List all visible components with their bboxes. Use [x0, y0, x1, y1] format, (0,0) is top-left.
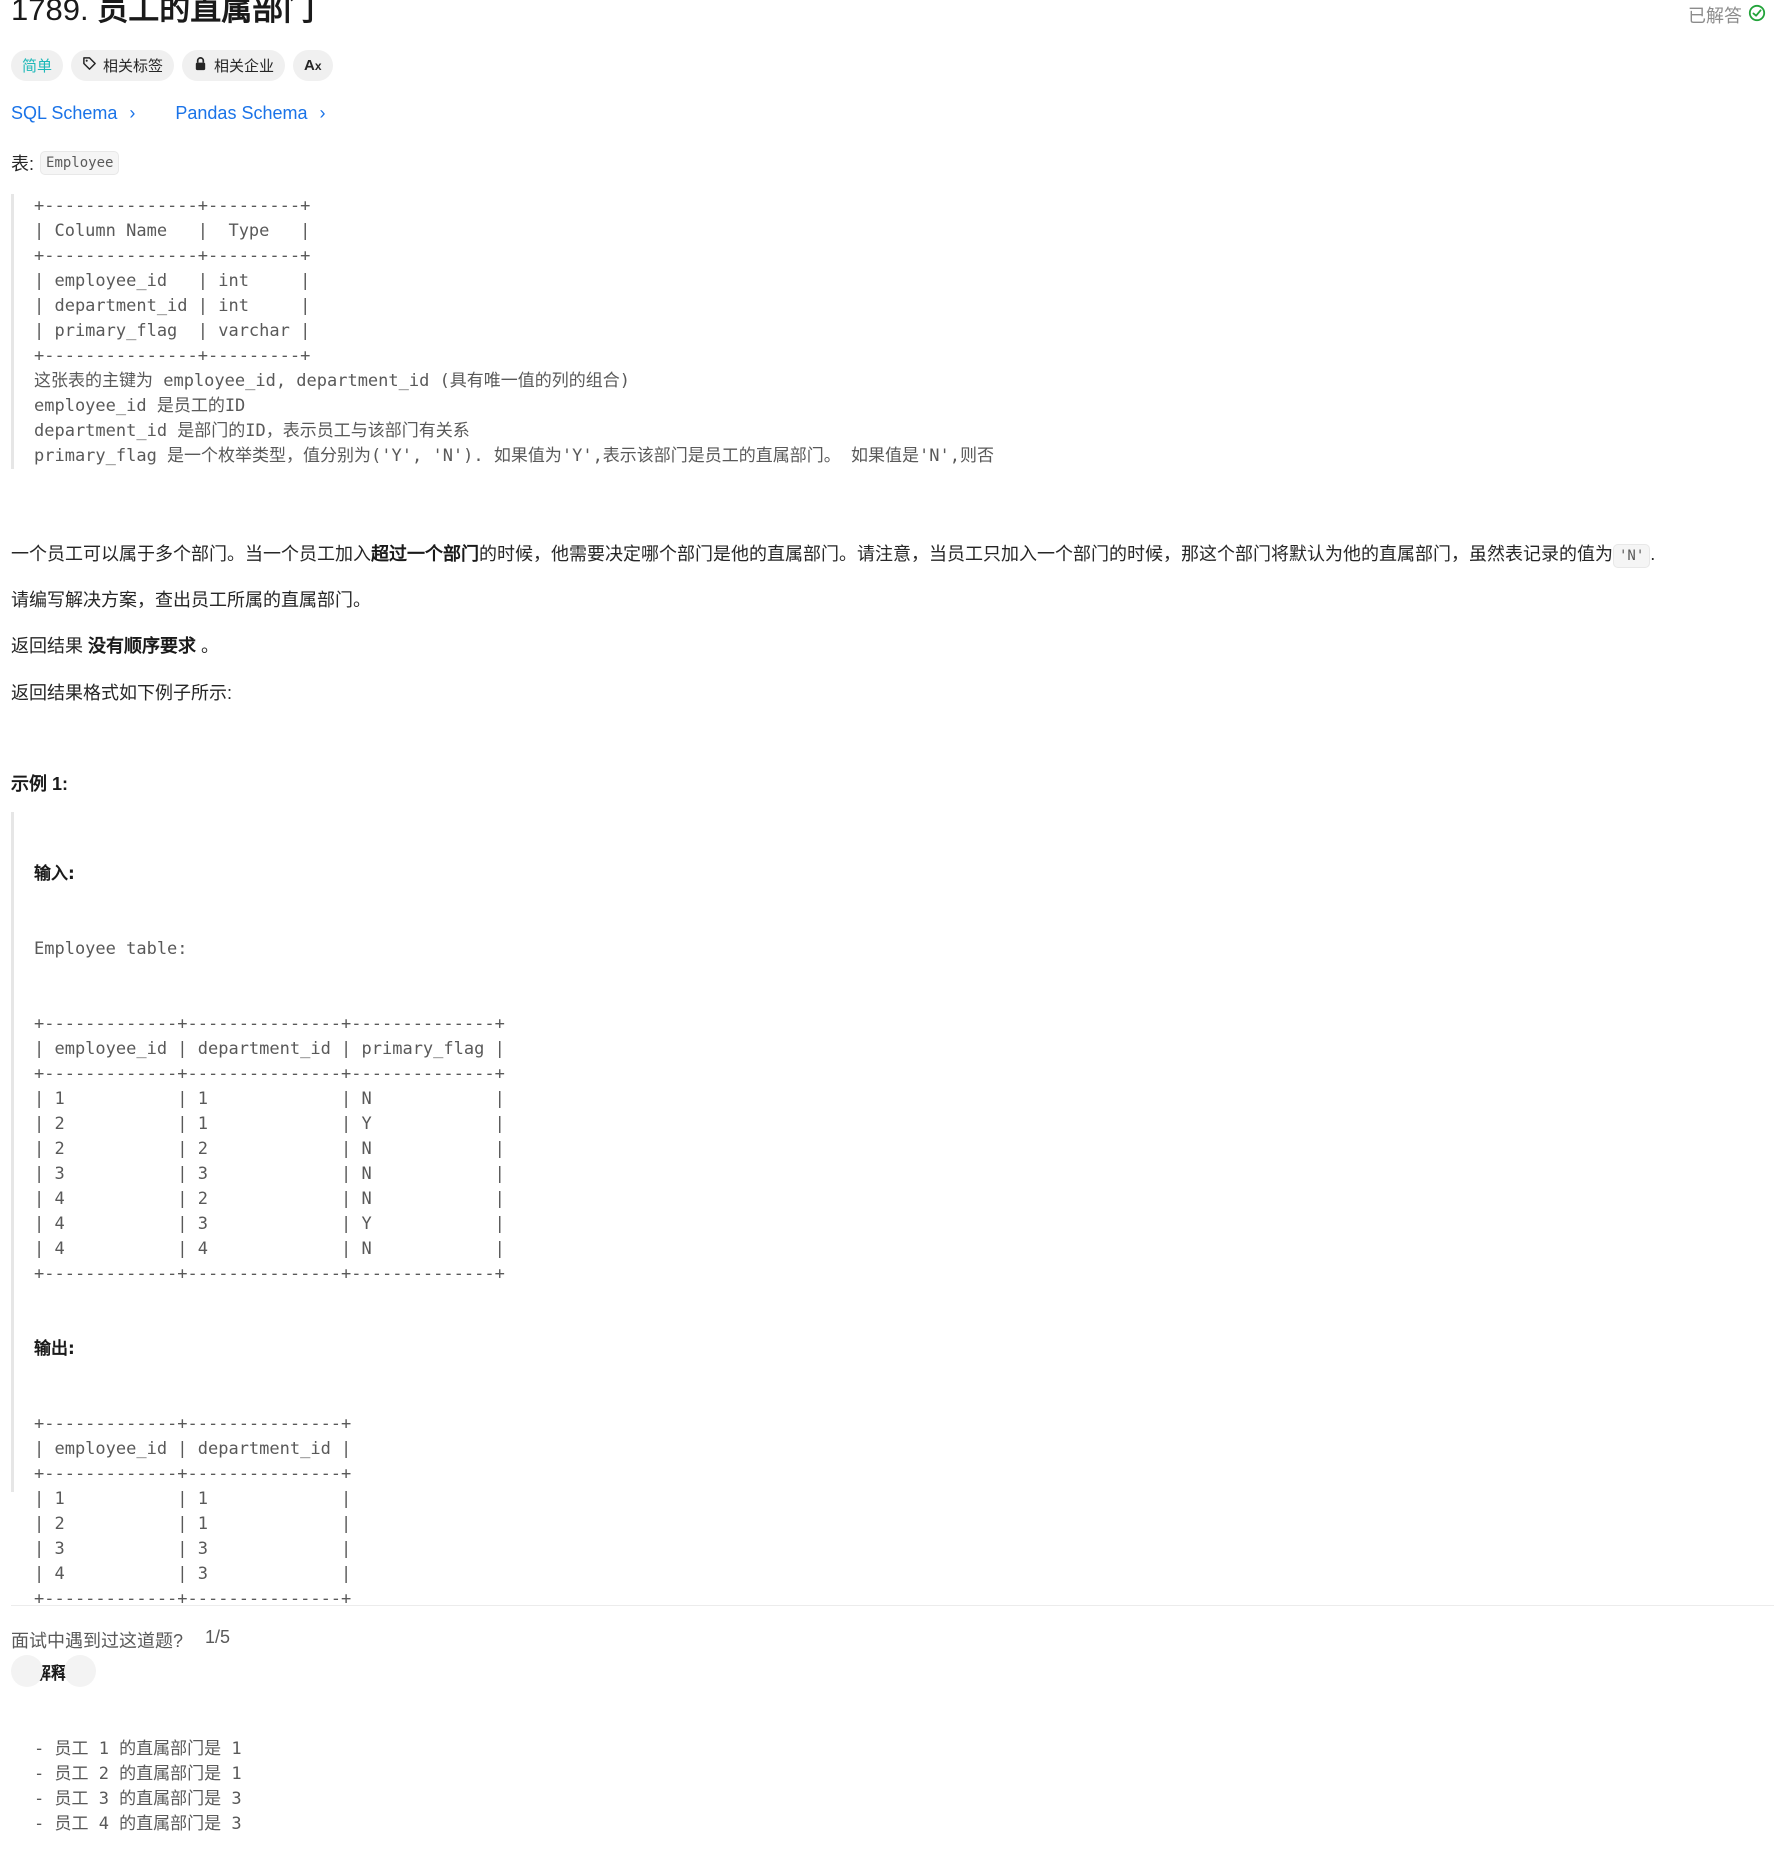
- explanation-list: - 员工 1 的直属部门是 1 - 员工 2 的直属部门是 1 - 员工 3 的直属…: [34, 1737, 734, 1837]
- input-table-line: | 2 | 1 | Y |: [34, 1114, 505, 1134]
- input-table-line: | 4 | 2 | N |: [34, 1189, 505, 1209]
- explanation-line: - 员工 1 的直属部门是 1: [34, 1739, 242, 1759]
- explanation-line: - 员工 4 的直属部门是 3: [34, 1814, 242, 1834]
- schema-line: | employee_id | int |: [34, 271, 311, 291]
- interview-footer: 面试中遇到过这道题? 1/5: [11, 1627, 230, 1653]
- table-label: 表: Employee: [11, 150, 120, 176]
- input-table-line: | 4 | 4 | N |: [34, 1239, 505, 1259]
- input-label: 输入:: [34, 864, 75, 884]
- explanation-line: - 员工 3 的直属部门是 3: [34, 1789, 242, 1809]
- chevron-right-icon: ›: [129, 103, 136, 123]
- sql-schema-label: SQL Schema: [11, 103, 118, 123]
- sql-schema-link[interactable]: SQL Schema ›: [11, 103, 135, 124]
- output-label: 输出:: [34, 1339, 75, 1359]
- input-table-line: +-------------+---------------+---------…: [34, 1064, 505, 1084]
- output-table-line: | 3 | 3 |: [34, 1539, 352, 1559]
- description-paragraph-1: 一个员工可以属于多个部门。当一个员工加入超过一个部门的时候，他需要决定哪个部门是…: [11, 540, 1656, 568]
- problem-number: 1789.: [11, 0, 89, 27]
- chevron-right-icon: ›: [319, 103, 326, 123]
- lock-icon: [193, 56, 208, 75]
- text: 一个员工可以属于多个部门。当一个员工加入: [11, 544, 371, 564]
- bold-text: 超过一个部门: [371, 544, 479, 564]
- example-title: 示例 1:: [11, 774, 69, 794]
- input-table-line: | 1 | 1 | N |: [34, 1089, 505, 1109]
- output-table-line: | 2 | 1 |: [34, 1514, 352, 1534]
- input-table-line: +-------------+---------------+---------…: [34, 1014, 505, 1034]
- table-label-prefix: 表:: [11, 154, 35, 174]
- input-table-line: | 4 | 3 | Y |: [34, 1214, 505, 1234]
- yes-button[interactable]: [11, 1655, 43, 1687]
- schema-line: +---------------+---------+: [34, 196, 311, 216]
- output-table-line: +-------------+---------------+: [34, 1464, 352, 1484]
- output-table-line: | 4 | 3 |: [34, 1564, 352, 1584]
- schema-line: | department_id | int |: [34, 296, 311, 316]
- bold-text: 没有顺序要求: [88, 636, 197, 656]
- schema-line: department_id 是部门的ID，表示员工与该部门有关系: [34, 421, 470, 441]
- input-table: +-------------+---------------+---------…: [34, 1012, 734, 1287]
- schema-line: 这张表的主键为 employee_id, department_id (具有唯一…: [34, 371, 631, 391]
- problem-title: 1789. 员工的直属部门: [11, 0, 314, 30]
- schema-block: +---------------+---------+ | Column Name…: [11, 194, 1134, 469]
- input-table-line: +-------------+---------------+---------…: [34, 1264, 505, 1284]
- related-tags-label: 相关标签: [103, 58, 164, 75]
- input-table-name: Employee table:: [34, 939, 188, 959]
- tag-bar: 简单 相关标签 相关企业 Ax: [11, 50, 333, 81]
- description-paragraph-3: 返回结果 没有顺序要求 。: [11, 632, 219, 658]
- problem-name: 员工的直属部门: [97, 0, 315, 27]
- solved-status: 已解答: [1688, 2, 1766, 28]
- schema-line: employee_id 是员工的ID: [34, 396, 246, 416]
- explanation-line: - 员工 2 的直属部门是 1: [34, 1764, 242, 1784]
- interview-count: 1/5: [205, 1627, 231, 1647]
- schema-line: primary_flag 是一个枚举类型，值分别为('Y', 'N'). 如果值…: [34, 446, 994, 466]
- output-table-line: | employee_id | department_id |: [34, 1439, 352, 1459]
- pandas-schema-link[interactable]: Pandas Schema ›: [175, 103, 325, 124]
- no-button[interactable]: [64, 1655, 96, 1687]
- translate-button[interactable]: Ax: [293, 50, 333, 81]
- related-companies-button[interactable]: 相关企业: [182, 50, 286, 81]
- pandas-schema-label: Pandas Schema: [175, 103, 308, 123]
- table-name-code: Employee: [40, 151, 120, 175]
- example-block: 输入: Employee table: +-------------+-----…: [11, 812, 734, 1834]
- inline-code: 'N': [1613, 544, 1651, 568]
- check-circle-icon: [1748, 4, 1766, 27]
- text: 的时候，他需要决定哪个部门是他的直属部门。请注意，当员工只加入一个部门的时候，那…: [479, 544, 1613, 564]
- description-paragraph-2: 请编写解决方案，查出员工所属的直属部门。: [11, 590, 371, 610]
- text: 。: [196, 636, 220, 656]
- related-tags-button[interactable]: 相关标签: [71, 50, 175, 81]
- related-companies-label: 相关企业: [214, 58, 275, 75]
- schema-line: | primary_flag | varchar |: [34, 321, 311, 341]
- output-table-line: +-------------+---------------+: [34, 1414, 352, 1434]
- solved-label: 已解答: [1688, 6, 1742, 26]
- difficulty-label: 简单: [22, 58, 53, 75]
- output-table-line: | 1 | 1 |: [34, 1489, 352, 1509]
- interview-question: 面试中遇到过这道题?: [11, 1631, 184, 1651]
- text: 返回结果: [11, 636, 89, 656]
- description-paragraph-4: 返回结果格式如下例子所示:: [11, 683, 232, 703]
- text: .: [1650, 544, 1656, 564]
- translate-icon: Ax: [304, 57, 322, 74]
- schema-line: +---------------+---------+: [34, 246, 311, 266]
- output-table-line: +-------------+---------------+: [34, 1589, 352, 1609]
- schema-line: | Column Name | Type |: [34, 221, 311, 241]
- input-table-line: | 2 | 2 | N |: [34, 1139, 505, 1159]
- output-table: +-------------+---------------+ | employe…: [34, 1412, 734, 1612]
- tag-icon: [82, 56, 97, 75]
- difficulty-badge[interactable]: 简单: [11, 50, 64, 81]
- schema-links: SQL Schema › Pandas Schema ›: [11, 103, 325, 124]
- input-table-line: | employee_id | department_id | primary_…: [34, 1039, 505, 1059]
- footer-divider: [11, 1605, 1774, 1606]
- schema-line: +---------------+---------+: [34, 346, 311, 366]
- input-table-line: | 3 | 3 | N |: [34, 1164, 505, 1184]
